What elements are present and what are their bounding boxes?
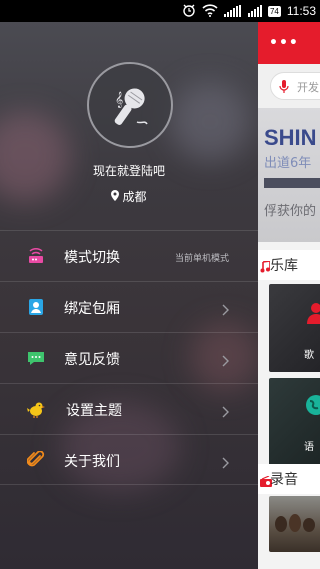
photo-figure: [303, 518, 315, 532]
tile-language-label: 语: [304, 442, 314, 453]
theme-bird-icon: [27, 400, 45, 418]
banner-caption: 俘获你的: [264, 204, 317, 219]
menu-item-label: 设置主题: [66, 403, 122, 419]
wifi-icon: [202, 2, 218, 21]
signal-icon-2: [247, 2, 262, 21]
side-drawer: 𝄞 现在就登陆吧 成都 模式切换 当前单机模式 绑定包厢 意见反馈 设置主题 关…: [0, 22, 258, 569]
background-bokeh: [170, 82, 250, 162]
menu-item-theme[interactable]: 设置主题: [0, 383, 258, 434]
search-area: 开发: [258, 64, 320, 108]
battery-level: 74: [267, 5, 281, 17]
mode-switch-icon: [27, 247, 45, 265]
location[interactable]: 成都: [0, 188, 258, 205]
top-bar: •••: [258, 22, 320, 64]
chevron-right-icon: [222, 352, 230, 371]
status-bar: 74 11:53: [0, 0, 320, 22]
microphone-icon: 𝄞: [114, 88, 148, 125]
main-content: ••• 开发 SHIN 出道6年 俘获你的 乐库 歌 语 录音: [258, 22, 320, 569]
location-pin-icon: [111, 189, 120, 204]
battery-icon: 74: [267, 5, 281, 17]
location-label: 成都: [122, 190, 147, 204]
avatar[interactable]: 𝄞: [87, 62, 173, 148]
login-prompt[interactable]: 现在就登陆吧: [0, 162, 258, 179]
status-time: 11:53: [286, 4, 316, 18]
alarm-icon: [182, 2, 196, 21]
feedback-icon: [27, 349, 45, 367]
tile-singer-label: 歌: [304, 350, 314, 361]
tile-recording[interactable]: [269, 496, 320, 552]
menu-item-mode-switch[interactable]: 模式切换 当前单机模式: [0, 230, 258, 281]
globe-icon: [305, 394, 320, 420]
person-icon: [307, 302, 320, 328]
search-placeholder: 开发: [297, 81, 319, 94]
tile-singer[interactable]: 歌: [269, 284, 320, 372]
microphone-icon: [279, 79, 289, 98]
photo-figure: [275, 516, 287, 532]
menu-item-bind-room[interactable]: 绑定包厢: [0, 281, 258, 332]
chevron-right-icon: [222, 301, 230, 320]
bind-room-icon: [27, 298, 45, 316]
svg-text:𝄞: 𝄞: [115, 92, 123, 108]
menu-item-feedback[interactable]: 意见反馈: [0, 332, 258, 383]
search-input[interactable]: 开发: [270, 72, 320, 100]
paperclip-icon: [26, 450, 45, 469]
recordings-section-header: 录音: [258, 464, 320, 494]
drawer-menu: 模式切换 当前单机模式 绑定包厢 意见反馈 设置主题 关于我们: [0, 230, 258, 485]
banner-subtitle: 出道6年: [264, 156, 312, 171]
signal-icon: [223, 2, 242, 21]
banner-title: SHIN: [264, 125, 317, 150]
chevron-right-icon: [222, 403, 230, 422]
chevron-right-icon: [222, 454, 230, 473]
more-menu-button[interactable]: •••: [269, 35, 299, 51]
menu-item-label: 模式切换: [64, 250, 120, 266]
menu-item-label: 关于我们: [64, 454, 120, 470]
photo-figure: [289, 514, 301, 532]
tile-language[interactable]: 语: [269, 378, 320, 466]
status-icons: 74 11:53: [182, 3, 316, 19]
promo-banner[interactable]: SHIN 出道6年 俘获你的: [258, 108, 320, 242]
menu-item-label: 意见反馈: [64, 352, 120, 368]
menu-item-label: 绑定包厢: [64, 301, 120, 317]
recordings-title: 录音: [270, 472, 298, 488]
library-section-header: 乐库: [258, 250, 320, 280]
menu-item-about[interactable]: 关于我们: [0, 434, 258, 485]
music-note-icon: [260, 258, 271, 277]
mode-hint: 当前单机模式: [174, 254, 229, 264]
banner-caption-strip: [264, 178, 320, 188]
library-title: 乐库: [270, 258, 298, 274]
